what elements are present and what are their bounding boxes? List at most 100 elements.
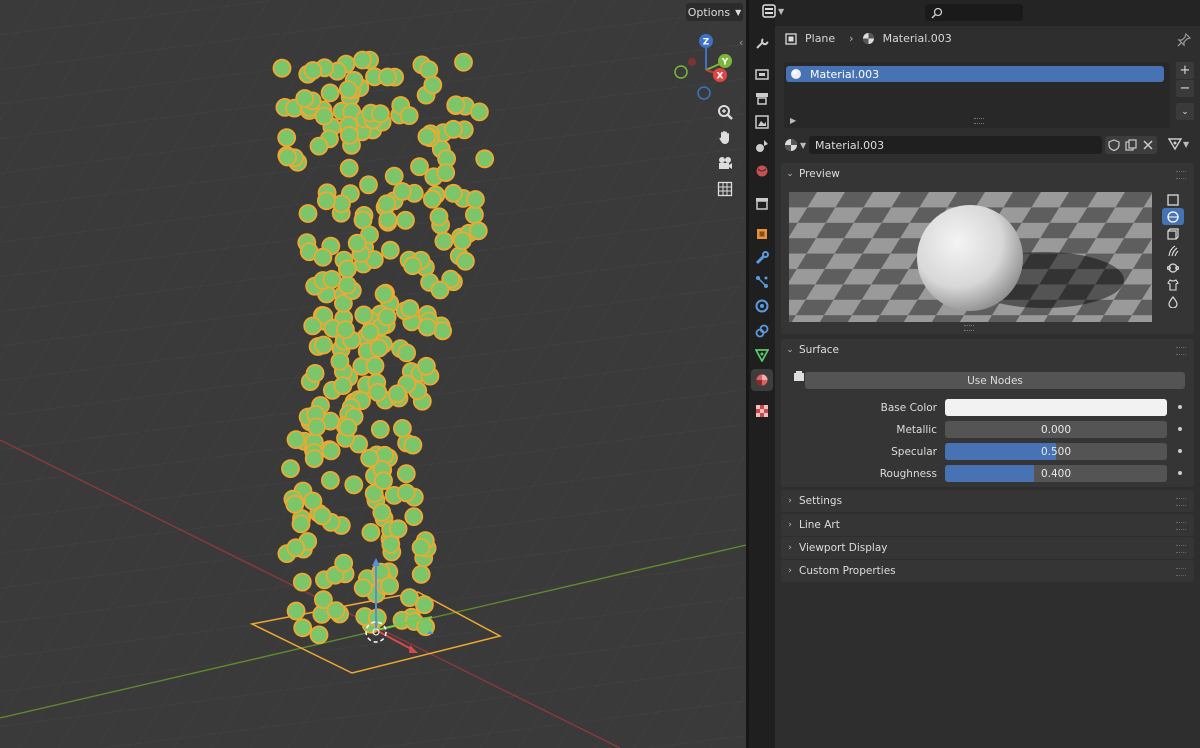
particle-sphere[interactable] bbox=[303, 491, 323, 511]
particle-sphere[interactable] bbox=[334, 553, 354, 573]
particle-sphere[interactable] bbox=[370, 419, 390, 439]
particle-sphere[interactable] bbox=[403, 256, 423, 276]
expand-arrow-icon[interactable]: ▶ bbox=[790, 116, 796, 125]
surface-panel-header[interactable]: ⌄ Surface bbox=[781, 339, 1194, 361]
particle-sphere[interactable] bbox=[312, 506, 332, 526]
particle-sphere[interactable] bbox=[417, 127, 437, 146]
particle-sphere[interactable] bbox=[277, 128, 297, 148]
particle-sphere[interactable] bbox=[434, 231, 454, 251]
editor-type-dropdown[interactable]: ▼ bbox=[762, 4, 784, 18]
particle-sphere[interactable] bbox=[330, 351, 350, 371]
particle-sphere[interactable] bbox=[353, 50, 373, 70]
particle-sphere[interactable] bbox=[378, 67, 397, 87]
pin-icon[interactable] bbox=[1177, 33, 1191, 47]
particle-sphere[interactable] bbox=[372, 503, 392, 522]
particle-sphere[interactable] bbox=[396, 464, 416, 484]
particle-sphere[interactable] bbox=[429, 207, 449, 227]
particle-sphere[interactable] bbox=[316, 191, 336, 211]
grid-toggle-icon[interactable] bbox=[717, 181, 739, 203]
fake-user-shield-icon[interactable] bbox=[1108, 139, 1120, 151]
particle-sphere[interactable] bbox=[423, 75, 443, 95]
monkey-preview-icon[interactable] bbox=[1162, 259, 1184, 276]
settings-panel-header[interactable]: › Settings bbox=[781, 490, 1194, 512]
browse-material-dropdown[interactable]: ▼ bbox=[784, 138, 806, 152]
line-art-panel-header[interactable]: › Line Art bbox=[781, 514, 1194, 536]
particle-sphere[interactable] bbox=[469, 102, 489, 122]
slot-menu-button[interactable]: ⌄ bbox=[1176, 103, 1194, 120]
particle-sphere[interactable] bbox=[417, 317, 437, 337]
particle-sphere[interactable] bbox=[468, 221, 488, 241]
material-tab-icon[interactable] bbox=[751, 369, 773, 391]
preview-panel-header[interactable]: ⌄ Preview bbox=[781, 163, 1194, 185]
particle-sphere[interactable] bbox=[475, 149, 495, 169]
tool-tab-icon[interactable] bbox=[751, 32, 773, 54]
view-layer-tab-icon[interactable] bbox=[751, 111, 773, 133]
drag-grip-icon[interactable] bbox=[1176, 568, 1186, 576]
use-nodes-button[interactable]: Use Nodes bbox=[805, 372, 1185, 389]
drag-grip-icon[interactable] bbox=[1176, 498, 1186, 506]
particle-sphere[interactable] bbox=[291, 514, 311, 534]
resize-handle-icon[interactable] bbox=[964, 325, 974, 331]
particle-sphere[interactable] bbox=[353, 578, 373, 598]
particle-sphere[interactable] bbox=[293, 618, 313, 638]
flat-preview-icon[interactable] bbox=[1162, 191, 1184, 208]
particle-sphere[interactable] bbox=[377, 307, 397, 327]
keyframe-dot-icon[interactable] bbox=[1178, 449, 1182, 453]
render-tab-icon[interactable] bbox=[751, 63, 773, 85]
particle-sphere[interactable] bbox=[452, 231, 472, 251]
particle-sphere[interactable] bbox=[446, 95, 466, 115]
particle-sphere[interactable] bbox=[344, 475, 364, 495]
particle-sphere[interactable] bbox=[314, 106, 334, 126]
material-slot-item[interactable]: Material.003 bbox=[786, 66, 1164, 82]
collapse-arrow-icon[interactable]: ‹ bbox=[739, 36, 743, 49]
particle-sphere[interactable] bbox=[272, 58, 292, 78]
collection-tab-icon[interactable] bbox=[751, 192, 773, 214]
particle-sphere[interactable] bbox=[436, 163, 456, 183]
camera-icon[interactable] bbox=[717, 155, 739, 177]
particle-sphere[interactable] bbox=[304, 449, 324, 469]
particle-sphere[interactable] bbox=[400, 299, 420, 319]
particle-sphere[interactable] bbox=[400, 588, 419, 607]
particle-sphere[interactable] bbox=[298, 204, 318, 223]
particle-sphere[interactable] bbox=[338, 80, 358, 99]
particle-sphere[interactable] bbox=[403, 435, 423, 455]
particle-sphere[interactable] bbox=[347, 233, 367, 253]
output-tab-icon[interactable] bbox=[751, 87, 773, 109]
node-link-dropdown[interactable]: ▼ bbox=[1168, 137, 1189, 151]
particle-sphere[interactable] bbox=[370, 104, 390, 124]
particle-sphere[interactable] bbox=[333, 376, 353, 396]
particle-sphere[interactable] bbox=[374, 284, 394, 304]
particle-sphere[interactable] bbox=[443, 183, 463, 203]
particle-sphere[interactable] bbox=[286, 430, 306, 450]
particle-sphere[interactable] bbox=[397, 343, 417, 363]
custom-properties-panel-header[interactable]: › Custom Properties bbox=[781, 560, 1194, 582]
particle-sphere[interactable] bbox=[443, 119, 463, 139]
specular-slider[interactable]: 0.500 bbox=[945, 443, 1167, 460]
search-input[interactable] bbox=[925, 4, 1023, 21]
world-tab-icon[interactable] bbox=[751, 160, 773, 182]
particle-sphere[interactable] bbox=[381, 535, 401, 554]
particle-sphere[interactable] bbox=[392, 182, 412, 201]
viewport-display-panel-header[interactable]: › Viewport Display bbox=[781, 537, 1194, 559]
particle-sphere[interactable] bbox=[337, 275, 357, 295]
particle-sphere[interactable] bbox=[422, 189, 442, 209]
particle-sphere[interactable] bbox=[367, 608, 387, 628]
particle-sphere[interactable] bbox=[392, 418, 412, 438]
modifier-tab-icon[interactable] bbox=[751, 247, 773, 269]
particle-sphere[interactable] bbox=[416, 356, 436, 376]
constraints-tab-icon[interactable] bbox=[751, 320, 773, 342]
particle-sphere[interactable] bbox=[378, 210, 398, 230]
zoom-icon[interactable] bbox=[717, 104, 739, 126]
cube-preview-icon[interactable] bbox=[1162, 225, 1184, 242]
particle-sphere[interactable] bbox=[332, 194, 351, 214]
hand-pan-icon[interactable] bbox=[717, 129, 739, 151]
particle-sphere[interactable] bbox=[321, 441, 341, 461]
cloth-preview-icon[interactable] bbox=[1162, 276, 1184, 293]
particle-sphere[interactable] bbox=[365, 356, 385, 376]
particle-sphere[interactable] bbox=[361, 523, 381, 542]
particle-sphere[interactable] bbox=[430, 280, 450, 300]
particle-sphere[interactable] bbox=[303, 316, 323, 336]
particle-sphere[interactable] bbox=[339, 158, 359, 178]
particle-sphere[interactable] bbox=[396, 483, 416, 503]
metallic-slider[interactable]: 0.000 bbox=[945, 421, 1167, 438]
